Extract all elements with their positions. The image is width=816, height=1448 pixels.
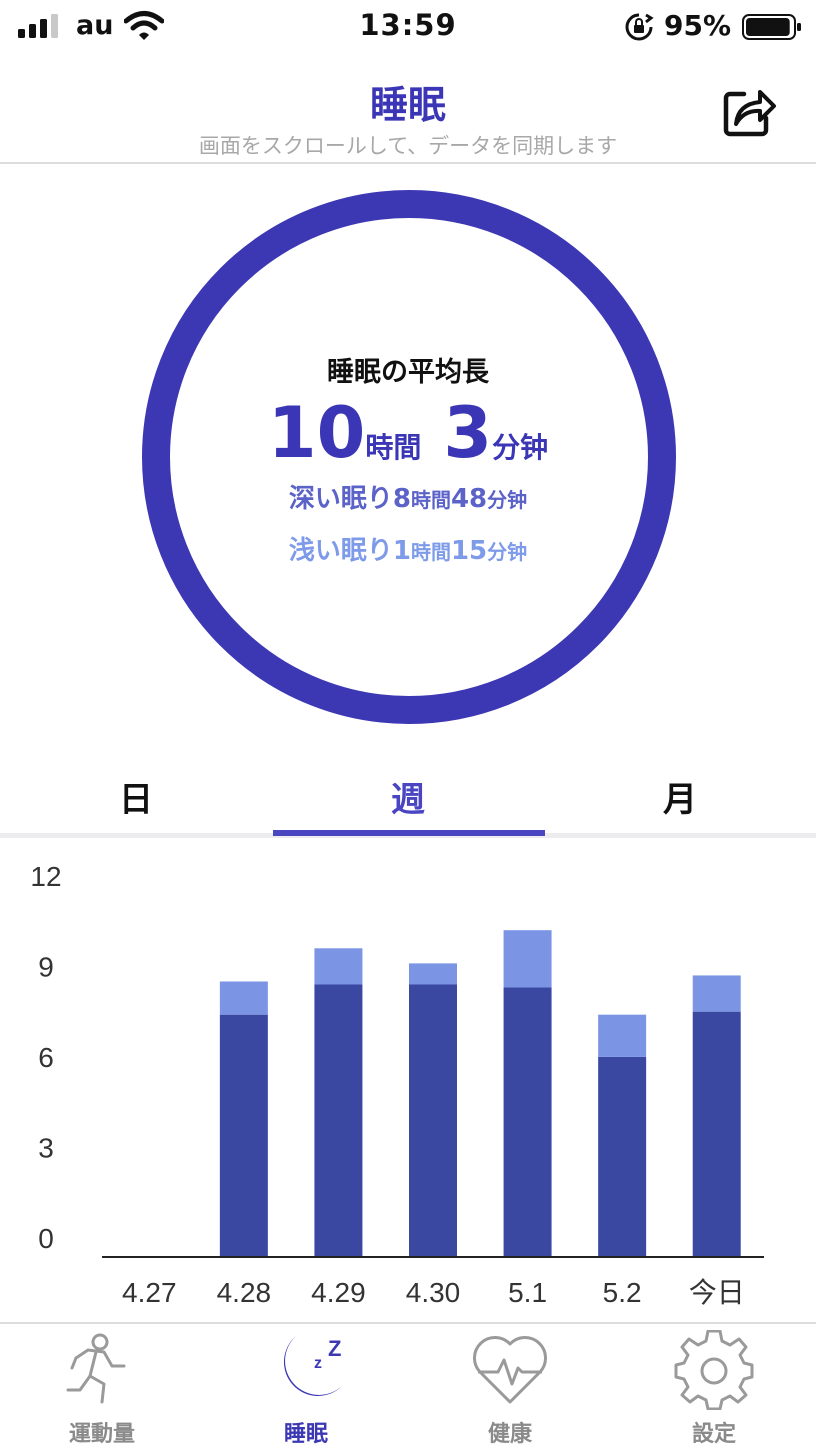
x-tick-label: 4.30 [406,1277,461,1308]
bar-light-sleep [503,930,552,988]
tabbar-item-sleep[interactable]: z Z 睡眠 [204,1324,408,1448]
light-hours-unit: 時間 [410,540,451,564]
bar-deep-sleep [692,1011,741,1256]
light-sleep-minutes: 15 [450,536,488,566]
tab-week[interactable]: 週 [272,772,544,821]
tabbar-label-sleep: 睡眠 [283,1422,328,1447]
x-tick-label: 5.1 [508,1277,547,1308]
running-icon [66,1333,126,1404]
y-tick-label: 12 [30,861,61,892]
average-sleep-total: 10時間 3分钟 [0,392,816,474]
share-icon[interactable] [722,84,778,138]
period-tabs: 日 週 月 [0,760,816,838]
tabbar-item-health[interactable]: 健康 [408,1324,612,1448]
bar-deep-sleep [219,1014,268,1256]
y-tick-label: 0 [38,1223,54,1254]
bar-light-sleep [409,963,457,985]
moon-sleep-icon: z Z [283,1336,342,1396]
bar-deep-sleep [409,984,457,1256]
bottom-tab-bar: 運動量 z Z 睡眠 健康 設定 [0,1322,816,1448]
svg-text:Z: Z [328,1336,341,1361]
bar-light-sleep [692,975,741,1012]
deep-sleep-label: 深い眠り [288,484,393,514]
deep-sleep-hours: 8 [392,484,411,514]
nav-header: 睡眠 画面をスクロールして、データを同期します [0,60,816,164]
x-tick-label: 4.29 [311,1277,366,1308]
battery-percent: 95% [664,9,732,42]
hours-unit: 時間 [365,431,422,464]
y-tick-label: 9 [38,952,54,983]
minutes-unit: 分钟 [492,431,549,464]
battery-icon [742,14,801,40]
deep-hours-unit: 時間 [410,488,451,512]
bar-light-sleep [219,981,268,1015]
active-tab-indicator [273,830,545,836]
rotation-lock-icon [625,13,654,41]
light-sleep-hours: 1 [392,536,411,566]
bar-light-sleep [314,948,363,985]
tab-month[interactable]: 月 [544,772,816,821]
sleep-bar-chart: 0 3 6 9 12 4.27 4.28 4.29 4.30 5.1 5.2 今日 [0,860,816,1320]
light-sleep-row: 浅い眠り1時間15分钟 [0,530,816,567]
tab-day[interactable]: 日 [0,772,272,821]
x-tick-label: 4.27 [122,1277,177,1308]
chart-svg: 0 3 6 9 12 4.27 4.28 4.29 4.30 5.1 5.2 今日 [30,861,764,1308]
bar-deep-sleep [503,987,552,1256]
deep-sleep-minutes: 48 [450,484,488,514]
total-hours: 10 [267,392,366,474]
y-tick-label: 6 [38,1042,54,1073]
x-tick-label: 4.28 [217,1277,272,1308]
page-title: 睡眠 [369,83,446,127]
bar-deep-sleep [314,984,363,1256]
status-bar: au 13:59 95% [0,0,816,56]
tabbar-label-health: 健康 [487,1422,532,1447]
tabbar-label-settings: 設定 [691,1422,736,1447]
x-tick-label: 5.2 [603,1277,642,1308]
svg-text:z: z [314,1355,322,1372]
heart-pulse-icon [473,1336,547,1404]
deep-sleep-row: 深い眠り8時間48分钟 [0,478,816,515]
tabbar-label-activity: 運動量 [68,1422,135,1447]
bar-light-sleep [598,1014,647,1057]
total-minutes: 3 [443,392,493,474]
tabbar-item-activity[interactable]: 運動量 [0,1324,204,1448]
x-tick-label: 今日 [689,1277,745,1308]
light-minutes-unit: 分钟 [487,540,528,564]
light-sleep-label: 浅い眠り [288,536,393,566]
bar-deep-sleep [598,1056,647,1256]
sync-hint: 画面をスクロールして、データを同期します [198,134,618,158]
tabbar-item-settings[interactable]: 設定 [612,1324,816,1448]
average-sleep-label: 睡眠の平均長 [327,357,489,388]
y-tick-label: 3 [38,1133,54,1164]
deep-minutes-unit: 分钟 [487,488,528,512]
gear-icon [674,1330,754,1410]
